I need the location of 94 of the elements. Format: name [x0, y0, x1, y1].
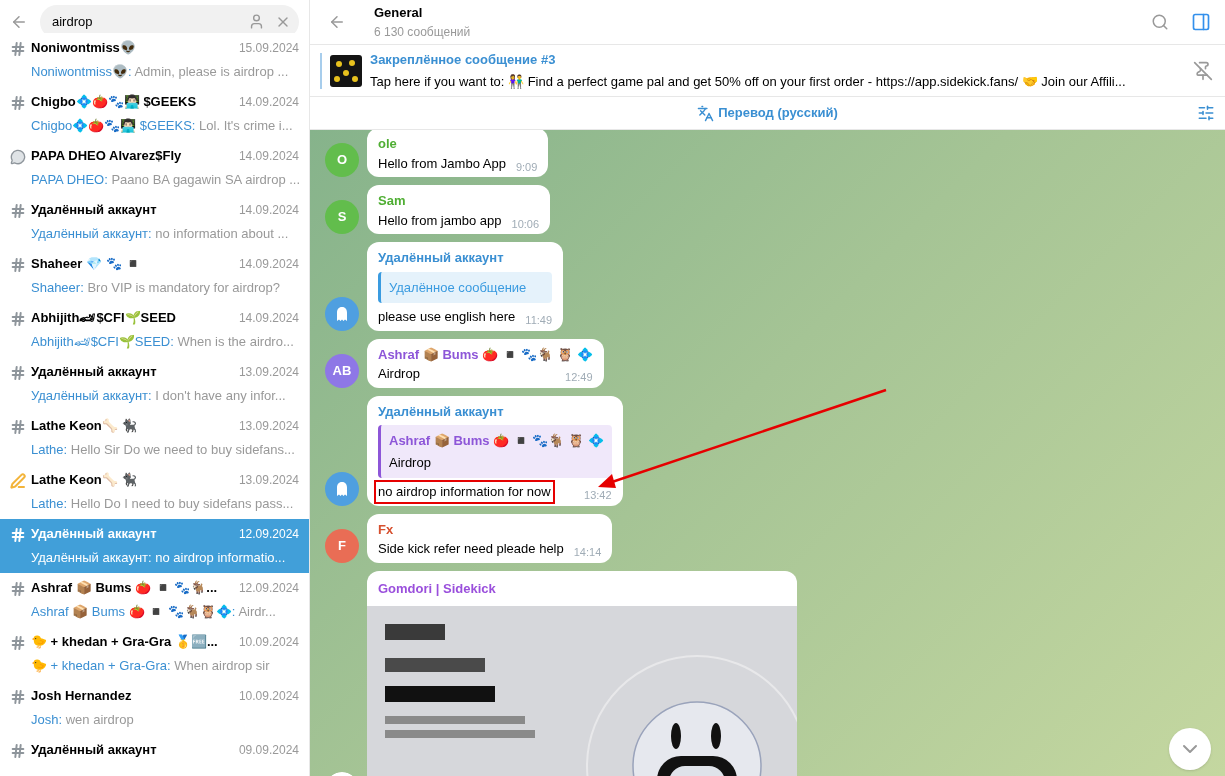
- chat-date: 13.09.2024: [238, 471, 299, 489]
- pinned-message-bar[interactable]: Закреплённое сообщение #3 Tap here if you want to: 👫 Find a perfect game pal and get 50% off on your first order - https://app.sidekick.fans/ 🤝 Join our Affili...: [310, 45, 1225, 97]
- sidebar-toggle-icon[interactable]: [1191, 12, 1211, 32]
- chat-date: 14.09.2024: [238, 255, 299, 273]
- sender-name: ole: [378, 135, 398, 153]
- hash-icon: [9, 689, 26, 705]
- message-preview: Josh: wen airdrop: [31, 710, 135, 729]
- chat-date: 14.09.2024: [238, 201, 299, 219]
- chat-date: 09.09.2024: [238, 741, 299, 759]
- message-preview: Lathe: Hello Do I need to buy sidefans pass...: [31, 494, 295, 513]
- chat-name: Lathe Keon🦴 🐈‍⬛: [31, 471, 138, 489]
- message-preview: Удалённый аккаунт: no information about ...: [31, 224, 290, 243]
- message-text: Airdrop: [378, 365, 420, 383]
- chat-name: Shaheer 💎 🐾 ◾: [31, 255, 142, 273]
- chat-date: 13.09.2024: [238, 417, 299, 435]
- scroll-down-button[interactable]: [1169, 728, 1211, 770]
- hash-icon: [9, 581, 26, 597]
- message-time: 13:42: [584, 488, 612, 503]
- hash-icon: [9, 365, 26, 381]
- chat-date: 14.09.2024: [238, 93, 299, 111]
- member-count: 6 130 сообщений: [374, 23, 472, 41]
- chat-name: Удалённый аккаунт: [31, 741, 157, 759]
- hash-icon: [9, 635, 26, 651]
- search-field[interactable]: airdrop: [52, 11, 238, 32]
- sender-name: Ashraf 📦 Bums 🍅 ◾ 🐾🐐 🦉 💠: [378, 345, 593, 364]
- message-preview: Ashraf 📦 Bums 🍅 ◾ 🐾🐐🦉💠: Airdr...: [31, 602, 277, 621]
- filter-icon[interactable]: [1197, 104, 1215, 122]
- chat-name: Josh Hernandez: [31, 687, 132, 705]
- pinned-title: Закреплённое сообщение #3: [370, 51, 557, 69]
- chat-date: 12.09.2024: [238, 579, 299, 597]
- speech-bubble-icon: [9, 149, 26, 165]
- hash-icon: [9, 41, 26, 57]
- chat-name: Удалённый аккаунт: [31, 201, 157, 219]
- chat-date: 14.09.2024: [238, 147, 299, 165]
- message-time: 11:49: [525, 313, 553, 328]
- quoted-title: Удалённое сообщение: [389, 278, 528, 297]
- hash-icon: [9, 419, 26, 435]
- hash-icon: [9, 743, 26, 759]
- message-preview: Chigbo💠🍅🐾👨🏻‍💻 $GEEKS: Lol. It's crime i...: [31, 116, 294, 135]
- chat-date: 13.09.2024: [238, 363, 299, 381]
- message-preview: Удалённый аккаунт: I don't have any infor...: [31, 386, 287, 405]
- writing-hand-icon: [9, 473, 26, 489]
- hash-icon: [9, 257, 26, 273]
- ghost-avatar[interactable]: [325, 471, 359, 506]
- message-preview: Abhijith🏎$CFI🌱SEED: When is the airdro...: [31, 332, 295, 351]
- message-preview: Noniwontmiss👽: Admin, please is airdrop ...: [31, 62, 290, 81]
- chat-name: PAPA DHEO Alvarez$Fly: [31, 147, 182, 165]
- chat-name: Noniwontmiss👽: [31, 39, 136, 57]
- ghost-avatar[interactable]: [325, 296, 359, 331]
- reply-quote[interactable]: Ashraf 📦 Bums 🍅 ◾ 🐾🐐 🦉 💠 Airdrop: [378, 425, 612, 478]
- chat-date: 15.09.2024: [238, 39, 299, 57]
- message-time: 12:49: [565, 370, 593, 385]
- message-preview: Удалённый аккаунт: no airdrop informatio...: [31, 548, 287, 567]
- message-preview: 🐤 + khedan + Gra-Gra: When airdrop sir: [31, 656, 271, 675]
- chat-date: 12.09.2024: [238, 525, 299, 543]
- hash-icon: [9, 203, 26, 219]
- message-text: Hello from Jambo App: [378, 154, 506, 173]
- sender-name: Удалённый аккаунт: [378, 249, 505, 267]
- sender-name: Удалённый аккаунт: [378, 402, 505, 421]
- chat-name: Ashraf 📦 Bums 🍅 ◾ 🐾🐐...: [31, 579, 218, 597]
- search-icon[interactable]: [1151, 13, 1169, 31]
- message-preview: Shaheer: Bro VIP is mandatory for airdrop?: [31, 278, 282, 297]
- chat-title: General: [374, 4, 424, 23]
- quoted-title: Ashraf 📦 Bums 🍅 ◾ 🐾🐐 🦉 💠: [389, 432, 604, 450]
- hash-icon: [9, 311, 26, 327]
- quoted-text: Airdrop: [389, 453, 432, 472]
- message-preview: Lathe: Hello Sir Do we need to buy sidefans...: [31, 440, 296, 459]
- chat-name: Lathe Keon🦴 🐈‍⬛: [31, 417, 138, 435]
- pinned-text: Tap here if you want to: 👫 Find a perfect game pal and get 50% off on your first order - https://app.sidekick.fans/ 🤝 Join our Affili...: [370, 72, 1127, 91]
- chat-name: Удалённый аккаунт: [31, 363, 157, 381]
- sender-name: Sam: [378, 192, 407, 210]
- message-text: no airdrop information for now: [376, 482, 553, 502]
- message-text: Hello from jambo app: [378, 211, 502, 230]
- chat-date: 10.09.2024: [238, 687, 299, 705]
- message-time: 14:14: [573, 545, 602, 560]
- hash-icon: [9, 527, 26, 543]
- chat-name: Chigbo💠🍅🐾👨🏻‍💻 $GEEKS: [31, 93, 197, 111]
- message-text: Side kick refer need pleade help: [378, 540, 564, 558]
- chat-name: Abhijith🏎$CFI🌱SEED: [31, 309, 176, 327]
- message-preview: PAPA DHEO: Paano BA gagawin SA airdrop ...: [31, 170, 299, 189]
- chat-name: Удалённый аккаунт: [31, 525, 157, 543]
- hash-icon: [9, 95, 26, 111]
- chat-date: 10.09.2024: [238, 633, 299, 651]
- sender-name: Fx: [378, 520, 395, 539]
- sender-name: Gomdori | Sidekick: [377, 579, 497, 598]
- translate-icon: [697, 104, 715, 122]
- chat-date: 14.09.2024: [238, 309, 299, 327]
- message-time: 9:09: [515, 159, 538, 175]
- avatar[interactable]: AB: [325, 353, 359, 388]
- unpin-icon[interactable]: [1193, 60, 1213, 81]
- message-time: 10:06: [511, 216, 540, 232]
- message-text: please use english here: [378, 308, 516, 326]
- chat-name: 🐤 + khedan + Gra-Gra 🥇🆓...: [31, 633, 218, 651]
- user-icon[interactable]: [248, 13, 265, 30]
